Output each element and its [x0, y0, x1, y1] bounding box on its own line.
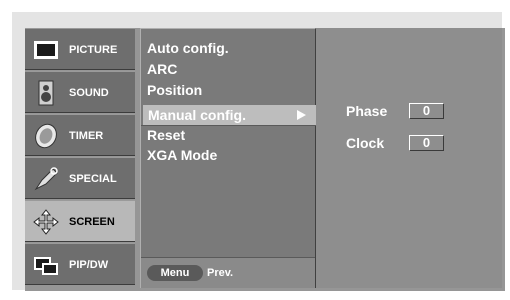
phase-label: Phase — [346, 103, 388, 119]
move-arrows-icon — [33, 209, 59, 235]
triangle-right-icon — [297, 110, 306, 120]
manual-config-panel: Phase 0 Clock 0 — [316, 28, 502, 288]
menu-button[interactable]: Menu — [147, 265, 203, 281]
clock-value[interactable]: 0 — [409, 135, 444, 151]
menu-item-xga-mode[interactable]: XGA Mode — [147, 146, 217, 165]
clock-icon — [35, 123, 57, 149]
sidebar-item-label: TIMER — [69, 130, 104, 142]
menu-item-reset[interactable]: Reset — [147, 126, 185, 145]
footer-bar: Menu Prev. — [141, 257, 315, 288]
prev-label: Prev. — [207, 267, 234, 279]
menu-item-manual-config[interactable]: Manual config. — [143, 105, 317, 125]
pip-icon — [34, 257, 58, 275]
sidebar-item-picture[interactable]: PICTURE — [25, 28, 135, 70]
menu-item-arc[interactable]: ARC — [147, 60, 177, 79]
menu-item-label: Manual config. — [148, 107, 246, 123]
menu-item-auto-config[interactable]: Auto config. — [147, 39, 229, 58]
sidebar-item-timer[interactable]: TIMER — [25, 114, 135, 156]
sidebar-item-screen[interactable]: SCREEN — [25, 200, 135, 242]
sidebar-item-label: PIP/DW — [69, 259, 109, 271]
sidebar: PICTURE SOUND TIMER SPECIAL SCREEN PIP/D… — [25, 28, 135, 291]
pen-icon — [34, 167, 58, 191]
sidebar-item-sound[interactable]: SOUND — [25, 71, 135, 113]
sidebar-item-label: SOUND — [69, 87, 109, 99]
screen-menu: Auto config. ARC Position Manual config.… — [140, 28, 317, 288]
sidebar-item-label: SCREEN — [69, 216, 115, 228]
sidebar-item-pipdw[interactable]: PIP/DW — [25, 243, 135, 285]
sidebar-item-special[interactable]: SPECIAL — [25, 157, 135, 199]
clock-label: Clock — [346, 135, 385, 151]
speaker-icon — [38, 80, 54, 106]
menu-item-position[interactable]: Position — [147, 81, 202, 100]
picture-icon — [34, 41, 58, 59]
sidebar-item-label: PICTURE — [69, 44, 118, 56]
sidebar-item-label: SPECIAL — [69, 173, 117, 185]
phase-value[interactable]: 0 — [409, 103, 444, 119]
